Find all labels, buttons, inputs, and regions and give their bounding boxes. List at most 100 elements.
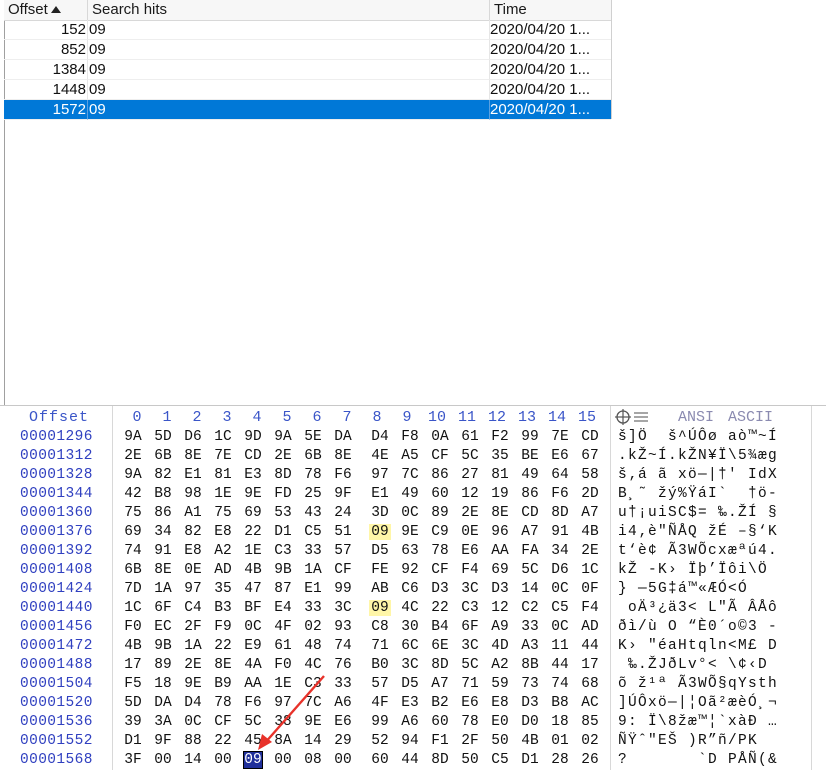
hex-byte[interactable]: A6	[332, 695, 354, 711]
hex-byte[interactable]: 19	[489, 486, 511, 502]
hex-byte[interactable]: 35	[212, 581, 234, 597]
hex-byte[interactable]: 71	[369, 638, 391, 654]
hex-byte[interactable]: D3	[489, 581, 511, 597]
hex-byte[interactable]: D4	[369, 429, 391, 445]
hex-byte[interactable]: 5C	[519, 562, 541, 578]
hex-byte[interactable]: CF	[429, 562, 451, 578]
hex-byte[interactable]: 24	[332, 505, 354, 521]
hex-byte[interactable]: E1	[182, 467, 204, 483]
hex-byte[interactable]: 1C	[212, 429, 234, 445]
hex-byte[interactable]: 49	[519, 467, 541, 483]
hex-byte[interactable]: 4C	[302, 657, 324, 673]
hex-byte[interactable]: C9	[429, 524, 451, 540]
hex-byte[interactable]: 59	[489, 676, 511, 692]
hex-row-ascii[interactable]: ]ÚÔxö—|¦Oã²æèÓ¸¬	[618, 695, 778, 711]
hex-byte[interactable]: 8E	[182, 448, 204, 464]
hex-byte[interactable]: 14	[519, 581, 541, 597]
hex-byte[interactable]: F4	[459, 562, 481, 578]
hex-byte[interactable]: 00	[152, 752, 174, 768]
hex-byte[interactable]: 14	[302, 733, 324, 749]
hex-byte[interactable]: 12	[459, 486, 481, 502]
hex-byte[interactable]: A3	[519, 638, 541, 654]
hex-byte[interactable]: E8	[489, 695, 511, 711]
hex-byte[interactable]: 5D	[152, 429, 174, 445]
hex-byte[interactable]: D1	[519, 752, 541, 768]
hex-byte[interactable]: D5	[399, 676, 421, 692]
hex-byte[interactable]: 22	[212, 733, 234, 749]
hex-byte[interactable]: 11	[549, 638, 571, 654]
hex-byte[interactable]: 4B	[242, 562, 264, 578]
hex-byte[interactable]: 4E	[369, 448, 391, 464]
hex-byte[interactable]: 92	[399, 562, 421, 578]
hex-byte[interactable]: AA	[489, 543, 511, 559]
hex-byte[interactable]: 99	[519, 429, 541, 445]
hex-byte[interactable]: F1	[429, 733, 451, 749]
hex-byte[interactable]: A7	[519, 524, 541, 540]
hex-byte[interactable]: F5	[122, 676, 144, 692]
hex-byte[interactable]: 18	[549, 714, 571, 730]
hex-byte[interactable]: 9B	[152, 638, 174, 654]
hex-byte[interactable]: D5	[369, 543, 391, 559]
hex-byte[interactable]: E6	[549, 448, 571, 464]
hex-byte[interactable]: 93	[332, 619, 354, 635]
hex-byte[interactable]: E1	[302, 581, 324, 597]
hex-byte[interactable]: 1E	[242, 543, 264, 559]
hex-byte[interactable]: 74	[122, 543, 144, 559]
hex-byte[interactable]: 82	[182, 524, 204, 540]
hex-byte[interactable]: 00	[332, 752, 354, 768]
hex-byte[interactable]: F4	[579, 600, 601, 616]
hex-byte[interactable]: 2E	[459, 505, 481, 521]
hex-byte[interactable]: 9F	[152, 733, 174, 749]
hex-byte[interactable]: 6B	[122, 562, 144, 578]
hex-byte[interactable]: 8D	[429, 752, 451, 768]
hex-byte[interactable]: 9A	[122, 429, 144, 445]
hex-byte[interactable]: E0	[489, 714, 511, 730]
hex-byte[interactable]: 49	[399, 486, 421, 502]
hex-byte[interactable]: 8A	[272, 733, 294, 749]
hex-byte[interactable]: 7C	[399, 467, 421, 483]
hex-byte[interactable]: 3F	[122, 752, 144, 768]
hex-byte[interactable]: 1C	[579, 562, 601, 578]
hex-byte[interactable]: 96	[489, 524, 511, 540]
hex-byte[interactable]: 44	[579, 638, 601, 654]
hex-byte[interactable]: A6	[399, 714, 421, 730]
hex-byte[interactable]: F0	[122, 619, 144, 635]
hex-byte[interactable]: 5D	[122, 695, 144, 711]
hex-byte[interactable]: C3	[272, 543, 294, 559]
hex-byte[interactable]: F9	[212, 619, 234, 635]
hex-byte[interactable]: A1	[182, 505, 204, 521]
hex-byte[interactable]: 68	[579, 676, 601, 692]
hex-byte[interactable]: 2F	[182, 619, 204, 635]
hex-byte[interactable]: 53	[272, 505, 294, 521]
hex-byte[interactable]: 27	[459, 467, 481, 483]
hex-byte[interactable]: FE	[369, 562, 391, 578]
hex-byte[interactable]: 63	[399, 543, 421, 559]
hex-byte[interactable]: A2	[212, 543, 234, 559]
hex-byte[interactable]: AD	[579, 619, 601, 635]
hex-byte[interactable]: 0E	[182, 562, 204, 578]
hex-byte[interactable]: 1A	[182, 638, 204, 654]
hex-byte[interactable]: 99	[332, 581, 354, 597]
hex-byte[interactable]: 9A	[122, 467, 144, 483]
hex-byte[interactable]: 86	[519, 486, 541, 502]
hex-byte[interactable]: C5	[549, 600, 571, 616]
hex-row-ascii[interactable]: oÄ³¿ä3< L"Ã ÂÅô	[618, 600, 778, 616]
hex-byte[interactable]: B8	[152, 486, 174, 502]
hex-row-ascii[interactable]: i4‚è"ÑÅQ žÉ –§‘K	[618, 524, 778, 540]
hex-byte[interactable]: E6	[459, 543, 481, 559]
hex-byte[interactable]: 3A	[152, 714, 174, 730]
hex-byte[interactable]: 1E	[272, 676, 294, 692]
hex-byte[interactable]: 67	[579, 448, 601, 464]
hex-byte[interactable]: D4	[182, 695, 204, 711]
hex-byte[interactable]: A2	[489, 657, 511, 673]
hex-byte[interactable]: E3	[242, 467, 264, 483]
hex-byte[interactable]: 02	[302, 619, 324, 635]
hex-byte[interactable]: 38	[272, 714, 294, 730]
hex-byte[interactable]: 6B	[302, 448, 324, 464]
hex-byte[interactable]: 25	[302, 486, 324, 502]
hex-byte[interactable]: 6F	[152, 600, 174, 616]
hex-byte[interactable]: C3	[302, 676, 324, 692]
hex-byte[interactable]: 4A	[242, 657, 264, 673]
hex-byte[interactable]: F6	[332, 467, 354, 483]
hex-byte[interactable]: 8E	[152, 562, 174, 578]
